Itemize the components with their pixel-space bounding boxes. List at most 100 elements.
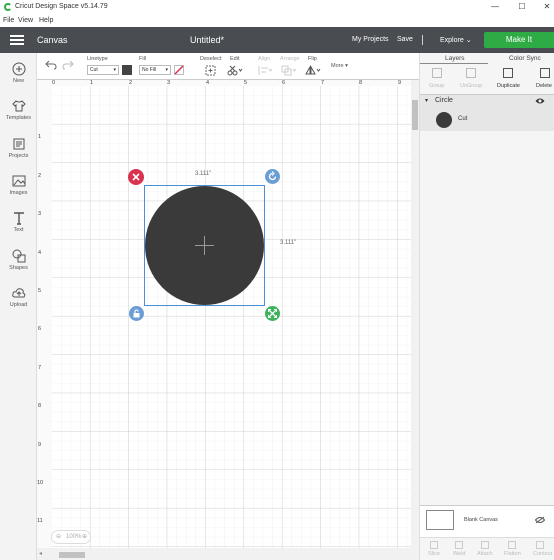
title-bar: Cricut Design Space v5.14.79 — ☐ ✕ [0, 0, 554, 15]
document-title: Untitled* [190, 35, 225, 45]
width-dimension-label: 3.111" [195, 171, 212, 177]
ruler-left-label: 10 [37, 480, 44, 486]
eye-off-icon[interactable] [535, 516, 545, 524]
ruler-top-label: 8 [359, 80, 363, 86]
menu-file[interactable]: File [3, 17, 14, 24]
shirt-icon [11, 100, 26, 112]
save-button[interactable]: Save [397, 36, 413, 43]
sidebar-item-images[interactable]: Images [0, 174, 37, 196]
sidebar-label-projects: Projects [8, 153, 29, 159]
duplicate-button[interactable]: Duplicate [497, 83, 520, 89]
trash-icon [540, 68, 550, 78]
flatten-button[interactable]: Flatten [504, 551, 521, 557]
section-title: Canvas [37, 35, 68, 45]
panel-tabs: Layers Color Sync [420, 53, 554, 64]
flatten-icon [508, 541, 516, 549]
cricut-logo-icon [4, 3, 12, 11]
sidebar-item-text[interactable]: Text [0, 211, 37, 233]
hamburger-menu-icon[interactable] [10, 35, 24, 45]
ruler-left-label: 2 [38, 173, 42, 179]
fill-value: No Fill [142, 67, 157, 73]
left-sidebar: New Templates Projects Images Text Shape… [0, 53, 37, 560]
undo-icon[interactable] [45, 60, 57, 70]
ruler-left-label: 3 [38, 211, 42, 217]
cloud-upload-icon [11, 288, 25, 298]
my-projects-link[interactable]: My Projects [352, 36, 389, 43]
scale-handle-icon[interactable] [265, 306, 280, 321]
ruler-top-label: 6 [282, 80, 286, 86]
contour-button[interactable]: Contour [533, 551, 553, 557]
menu-help[interactable]: Help [39, 17, 53, 24]
fill-select[interactable]: No Fill ▾ [139, 65, 171, 75]
deselect-icon[interactable] [205, 65, 216, 76]
layer-item[interactable]: Cut [420, 107, 554, 131]
canvas-horizontal-scrollbar[interactable]: ◂ [37, 548, 411, 560]
sidebar-item-new[interactable]: New [0, 62, 37, 84]
layer-group-header[interactable]: ▾ Circle [420, 95, 554, 107]
sidebar-item-shapes[interactable]: Shapes [0, 249, 37, 271]
menu-view[interactable]: View [18, 17, 33, 24]
scrollbar-thumb[interactable] [59, 552, 85, 558]
dropdown-caret-icon: ▾ [345, 63, 348, 69]
more-menu[interactable]: More ▾ [331, 63, 348, 69]
fill-label: Fill [139, 56, 147, 62]
linetype-select[interactable]: Cut ▾ [87, 65, 119, 75]
scroll-left-arrow-icon[interactable]: ◂ [39, 550, 42, 557]
lock-handle-icon[interactable] [129, 306, 144, 321]
weld-button[interactable]: Weld [453, 551, 465, 557]
ruler-top-label: 0 [52, 80, 56, 86]
collapse-caret-icon[interactable]: ▾ [425, 97, 428, 104]
close-button[interactable]: ✕ [535, 1, 554, 13]
deselect-label: Deselect [200, 56, 222, 62]
make-it-button[interactable]: Make It [484, 32, 554, 48]
redo-icon[interactable] [62, 60, 74, 70]
sidebar-label-new: New [12, 78, 24, 84]
active-tab-indicator [420, 63, 488, 64]
blank-canvas-swatch[interactable] [426, 510, 454, 530]
ungroup-icon [466, 68, 476, 78]
rotate-handle-icon[interactable] [265, 169, 280, 184]
ruler-top-label: 3 [167, 80, 171, 86]
ruler-top-label: 7 [321, 80, 325, 86]
sidebar-item-templates[interactable]: Templates [0, 99, 37, 121]
dropdown-caret-icon: ▾ [113, 67, 116, 73]
dropdown-caret-icon: ▾ [165, 67, 168, 73]
align-label: Align [258, 56, 271, 62]
flip-icon[interactable] [305, 65, 321, 76]
blank-canvas-row[interactable]: Blank Canvas [420, 505, 554, 537]
sidebar-item-upload[interactable]: Upload [0, 286, 37, 308]
ruler-top-label: 9 [398, 80, 402, 86]
zoom-level: 100% [66, 534, 82, 540]
explore-dropdown[interactable]: Explore ⌄ [440, 36, 472, 44]
align-icon[interactable] [257, 65, 273, 76]
edit-scissors-icon[interactable] [227, 65, 243, 76]
design-canvas[interactable]: 0 1 2 3 4 5 6 7 8 9 1 2 3 4 5 6 7 8 9 10… [37, 80, 411, 548]
zoom-out-icon[interactable]: ⊖ [56, 531, 61, 543]
ruler-top-label: 4 [206, 80, 210, 86]
linetype-color-swatch[interactable] [122, 65, 132, 75]
eye-icon[interactable] [535, 97, 545, 105]
arrange-icon[interactable] [281, 65, 297, 76]
fill-swatch-none-icon[interactable] [174, 65, 184, 75]
delete-button[interactable]: Delete [536, 83, 552, 89]
group-button[interactable]: Group [429, 83, 444, 89]
tab-layers[interactable]: Layers [445, 55, 465, 62]
maximize-button[interactable]: ☐ [510, 1, 534, 13]
plus-icon [12, 62, 25, 76]
ungroup-button[interactable]: UnGroup [460, 83, 482, 89]
folder-icon [13, 138, 24, 150]
minimize-button[interactable]: — [483, 1, 507, 13]
layer-group-name: Circle [435, 97, 453, 104]
tab-color-sync[interactable]: Color Sync [509, 55, 541, 62]
zoom-in-icon[interactable]: ⊕ [82, 531, 87, 543]
linetype-label: Linetype [87, 56, 108, 62]
zoom-control[interactable]: ⊖ 100% ⊕ [51, 530, 91, 544]
scrollbar-thumb[interactable] [412, 100, 418, 130]
ruler-top-label: 5 [244, 80, 248, 86]
delete-handle-icon[interactable] [128, 169, 144, 185]
canvas-vertical-scrollbar[interactable] [411, 80, 419, 560]
attach-button[interactable]: Attach [477, 551, 493, 557]
slice-button[interactable]: Slice [428, 551, 440, 557]
sidebar-label-images: Images [9, 190, 28, 196]
sidebar-item-projects[interactable]: Projects [0, 137, 37, 159]
